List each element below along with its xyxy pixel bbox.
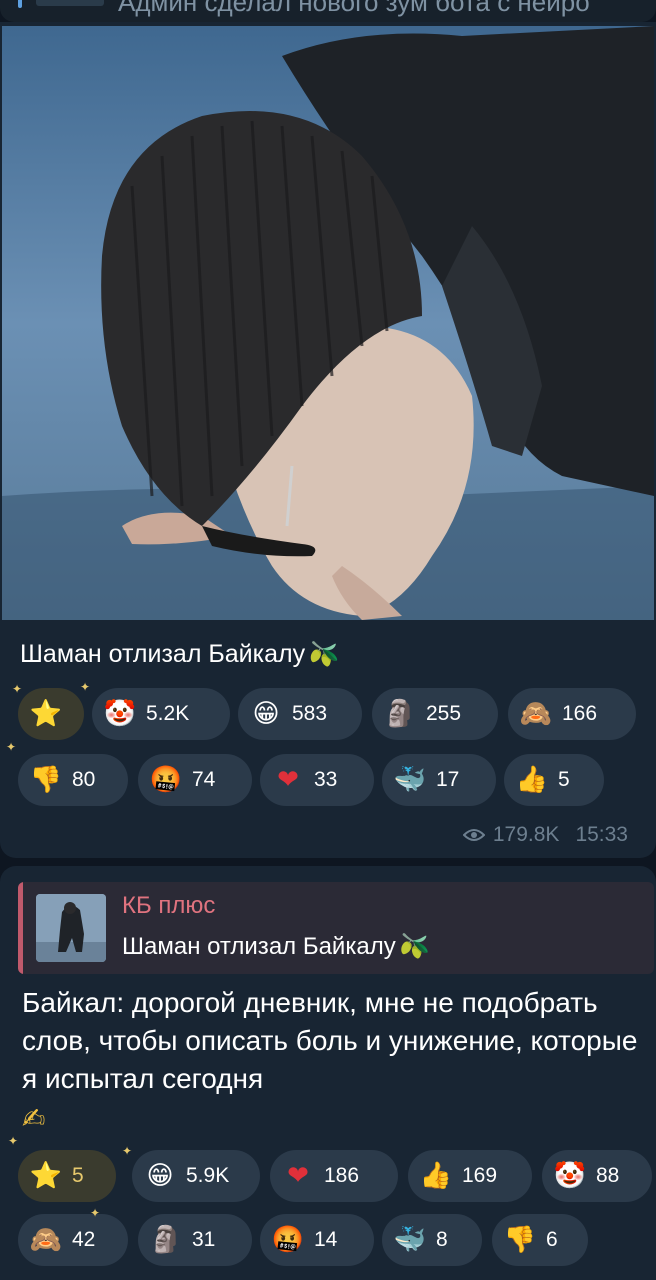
thumbnail-illustration: [36, 894, 106, 962]
view-count: 179.8K: [492, 823, 560, 846]
post-meta: 179.8K 15:33: [462, 823, 628, 847]
reaction-whale[interactable]: 🐳 8: [382, 1214, 482, 1266]
reaction-count: 42: [72, 1228, 96, 1251]
thumbs-down-icon: 👎: [29, 765, 63, 795]
reaction-star[interactable]: ⭐: [18, 688, 84, 740]
reply-quote[interactable]: КБ плюс Шаман отлизал Байкалу 🫒: [18, 882, 654, 974]
reaction-heart[interactable]: ❤ 186: [270, 1150, 398, 1202]
whale-icon: 🐳: [393, 765, 427, 795]
sparkle-icon: ✦: [122, 1144, 133, 1158]
reply-text: Байкал: дорогой дневник, мне не подобрат…: [22, 984, 642, 1138]
quote-thumbnail: [36, 894, 106, 962]
post-text-content: Шаман отлизал Байкалу: [20, 640, 306, 668]
reply-bar: [18, 0, 22, 8]
post-time: 15:33: [575, 823, 628, 846]
reaction-see-no-evil[interactable]: 🙈 42: [18, 1214, 128, 1266]
previous-message-thumbnail: [36, 0, 104, 6]
olive-icon: 🫒: [399, 932, 430, 960]
photo-illustration: [2, 26, 654, 620]
reaction-moai[interactable]: 🗿 255: [372, 688, 498, 740]
sparkle-icon: ✦: [6, 740, 17, 754]
reaction-grin[interactable]: 😁 5.9K: [132, 1150, 260, 1202]
sparkle-icon: ✦: [8, 1134, 19, 1148]
reaction-count: 80: [72, 768, 96, 791]
thumbs-down-icon: 👎: [503, 1225, 537, 1255]
previous-message-text: Админ сделал нового зум бота с нейро: [118, 0, 590, 17]
reaction-moai[interactable]: 🗿 31: [138, 1214, 252, 1266]
reaction-count: 166: [562, 702, 598, 725]
cursing-face-icon: 🤬: [149, 765, 183, 795]
reaction-count: 88: [596, 1164, 620, 1187]
cursing-face-icon: 🤬: [271, 1225, 305, 1255]
reaction-cursing[interactable]: 🤬 74: [138, 754, 252, 806]
reaction-count: 583: [292, 702, 328, 725]
quote-channel-name: КБ плюс: [122, 892, 216, 919]
whale-icon: 🐳: [393, 1225, 427, 1255]
previous-message[interactable]: Админ сделал нового зум бота с нейро: [0, 0, 656, 22]
reaction-heart[interactable]: ❤ 33: [260, 754, 374, 806]
reaction-count: 6: [546, 1228, 558, 1251]
reaction-see-no-evil[interactable]: 🙈 166: [508, 688, 636, 740]
reaction-count: 8: [436, 1228, 448, 1251]
reaction-count: 169: [462, 1164, 498, 1187]
sparkle-icon: ✦: [80, 680, 91, 694]
clown-icon: 🤡: [103, 699, 137, 729]
see-no-evil-monkey-icon: 🙈: [519, 699, 553, 729]
sparkle-icon: ✦: [90, 1206, 101, 1220]
quote-bar: [18, 882, 23, 974]
grin-icon: 😁: [252, 699, 280, 729]
reaction-thumbs-up[interactable]: 👍 169: [408, 1150, 532, 1202]
reaction-thumbs-down[interactable]: 👎 80: [18, 754, 128, 806]
reaction-count: 5.2K: [146, 702, 190, 725]
reaction-count: 186: [324, 1164, 360, 1187]
channel-post[interactable]: Шаман отлизал Байкалу 🫒 ⭐ 🤡 5.2K 😁 583 🗿 …: [0, 22, 656, 858]
thumbs-up-icon: 👍: [419, 1161, 453, 1191]
reaction-grin[interactable]: 😁 583: [238, 688, 362, 740]
see-no-evil-monkey-icon: 🙈: [29, 1225, 63, 1255]
reply-text-content: Байкал: дорогой дневник, мне не подобрат…: [22, 987, 638, 1094]
olive-icon: 🫒: [309, 640, 340, 668]
quote-text: Шаман отлизал Байкалу 🫒: [122, 932, 430, 961]
writing-hand-icon: ✍: [22, 1102, 46, 1135]
reaction-thumbs-up[interactable]: 👍 5: [504, 754, 604, 806]
eye-icon: [462, 829, 485, 841]
quote-text-content: Шаман отлизал Байкалу: [122, 933, 396, 960]
moai-icon: 🗿: [149, 1225, 183, 1255]
reaction-thumbs-down[interactable]: 👎 6: [492, 1214, 588, 1266]
heart-icon: ❤: [287, 1161, 309, 1191]
reaction-count: 5.9K: [186, 1164, 230, 1187]
grin-icon: 😁: [146, 1161, 174, 1191]
reaction-clown[interactable]: 🤡 5.2K: [92, 688, 230, 740]
moai-icon: 🗿: [383, 699, 417, 729]
clown-icon: 🤡: [553, 1161, 587, 1191]
reaction-count: 31: [192, 1228, 216, 1251]
reaction-count: 14: [314, 1228, 338, 1251]
post-text: Шаман отлизал Байкалу 🫒: [20, 640, 339, 669]
star-icon: ⭐: [29, 1161, 63, 1191]
post-photo[interactable]: [2, 26, 654, 620]
reaction-count: 74: [192, 768, 216, 791]
heart-icon: ❤: [277, 765, 299, 795]
reaction-clown[interactable]: 🤡 88: [542, 1150, 652, 1202]
reaction-count: 5: [72, 1164, 84, 1187]
reaction-cursing[interactable]: 🤬 14: [260, 1214, 374, 1266]
sparkle-icon: ✦: [12, 682, 23, 696]
reaction-count: 17: [436, 768, 460, 791]
reaction-count: 255: [426, 702, 462, 725]
reaction-star[interactable]: ⭐ 5: [18, 1150, 116, 1202]
reaction-whale[interactable]: 🐳 17: [382, 754, 496, 806]
star-icon: ⭐: [29, 699, 63, 729]
reaction-count: 33: [314, 768, 338, 791]
reply-message[interactable]: КБ плюс Шаман отлизал Байкалу 🫒 Байкал: д…: [0, 866, 656, 1280]
thumbs-up-icon: 👍: [515, 765, 549, 795]
reaction-count: 5: [558, 768, 570, 791]
